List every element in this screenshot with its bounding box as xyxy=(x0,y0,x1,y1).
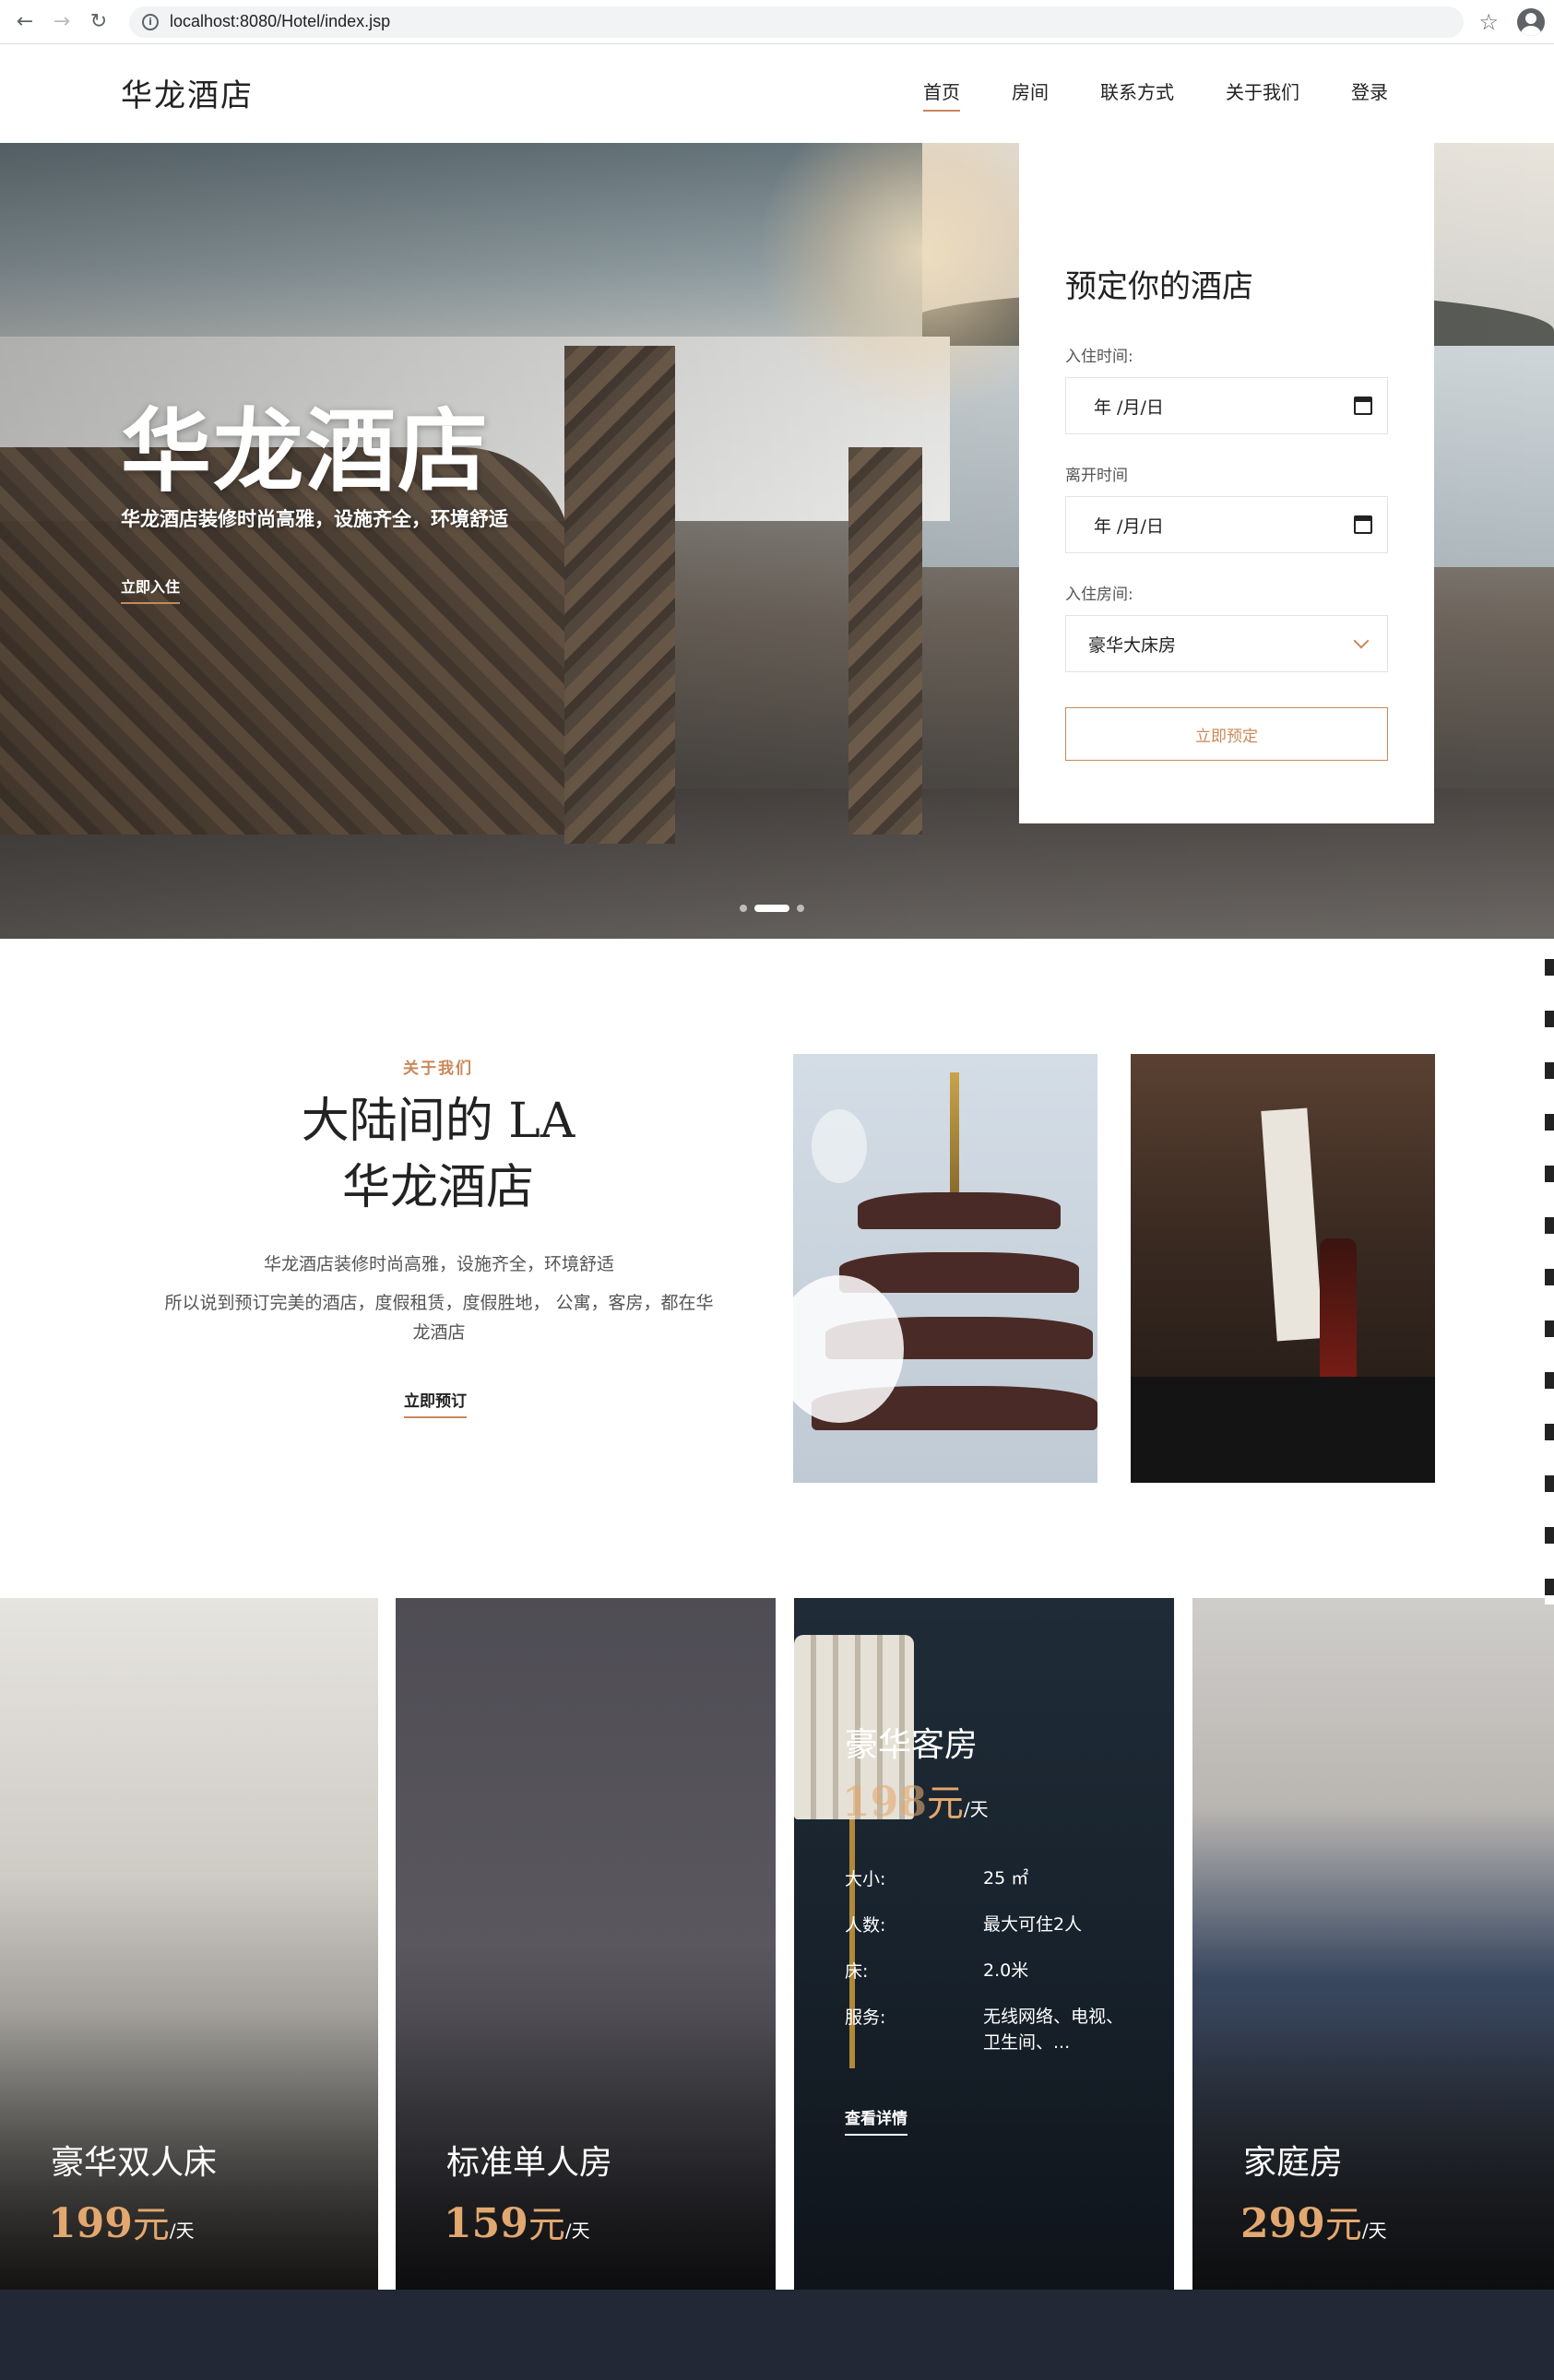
checkout-date-field[interactable]: 年 /月/日 xyxy=(1065,496,1388,553)
blossom xyxy=(812,1109,867,1183)
about-title-line: 大陆间的 LA xyxy=(301,1094,575,1149)
spec-row: 服务: 无线网络、电视、卫生间、... xyxy=(845,2004,1149,2055)
back-icon[interactable]: ← xyxy=(9,6,41,38)
browser-toolbar: ← → ↻ i localhost:8080/Hotel/index.jsp ☆ xyxy=(0,0,1554,44)
spec-value: 2.0米 xyxy=(983,1960,1029,1981)
room-card-deluxe[interactable]: 豪华客房 198元/天 大小: 25 ㎡ 人数: 最大可住2人 床: 2.0米 … xyxy=(794,1598,1174,2290)
room-price: 198元/天 xyxy=(842,1773,989,1827)
pagoda-spire xyxy=(950,1072,959,1192)
site-footer xyxy=(0,2290,1554,2380)
about-title: 大陆间的 LA 华龙酒店 xyxy=(0,1088,876,1221)
info-icon[interactable]: i xyxy=(142,13,159,30)
checkin-date-field[interactable]: 年 /月/日 xyxy=(1065,377,1388,434)
pagoda-tier xyxy=(858,1192,1061,1229)
site-logo[interactable]: 华龙酒店 xyxy=(121,70,254,115)
menu-card xyxy=(1261,1107,1323,1342)
hero-subtitle: 华龙酒店装修时尚高雅，设施齐全，环境舒适 xyxy=(121,508,508,530)
forward-icon[interactable]: → xyxy=(46,6,77,38)
room-card-family[interactable]: 家庭房 299元/天 xyxy=(1192,1598,1554,2290)
spec-key: 大小: xyxy=(845,1869,886,1889)
price-per: /天 xyxy=(169,2220,195,2242)
carousel-dot[interactable] xyxy=(797,905,804,912)
carousel-dot[interactable] xyxy=(740,905,747,912)
nav-home[interactable]: 首页 xyxy=(923,77,960,112)
spec-value: 无线网络、电视、卫生间、... xyxy=(983,2007,1124,2053)
price-per: /天 xyxy=(564,2220,590,2242)
about-text: 所以说到预订完美的酒店，度假租赁，度假胜地， 公寓，客房，都在华龙酒店 xyxy=(164,1293,714,1343)
pagoda-photo xyxy=(793,1054,1097,1483)
checkin-date-value: 年 /月/日 xyxy=(1094,397,1164,418)
price-unit: 元 xyxy=(132,2204,170,2246)
hero-title: 华龙酒店 xyxy=(121,398,491,504)
spec-key: 人数: xyxy=(845,1915,886,1936)
spec-value: 最大可住2人 xyxy=(983,1914,1083,1935)
room-name: 家庭房 xyxy=(1243,2144,1344,2182)
address-bar[interactable]: i localhost:8080/Hotel/index.jsp xyxy=(129,6,1465,38)
spec-value: 25 ㎡ xyxy=(983,1868,1029,1889)
room-select[interactable]: 豪华大床房 xyxy=(1065,615,1388,672)
price-value: 198 xyxy=(842,1779,927,1826)
about-text: 华龙酒店装修时尚高雅，设施齐全，环境舒适 xyxy=(263,1254,614,1274)
url-text[interactable]: localhost:8080/Hotel/index.jsp xyxy=(170,12,390,31)
nav-rooms[interactable]: 房间 xyxy=(1012,77,1049,112)
page-edge-strip xyxy=(1545,959,1554,1604)
carousel-dots xyxy=(740,905,804,912)
bookmark-star-icon[interactable]: ☆ xyxy=(1478,9,1499,35)
spec-key: 服务: xyxy=(845,2007,886,2028)
checkin-label: 入住时间: xyxy=(1065,348,1133,366)
hero-checkin-button[interactable]: 立即入住 xyxy=(121,574,181,604)
about-book-button[interactable]: 立即预订 xyxy=(404,1388,467,1418)
nav-login[interactable]: 登录 xyxy=(1351,77,1388,112)
about-kicker: 关于我们 xyxy=(403,1060,473,1078)
site-header: 华龙酒店 首页 房间 联系方式 关于我们 登录 xyxy=(0,44,1554,143)
room-card-deluxe-twin[interactable]: 豪华双人床 199元/天 xyxy=(0,1598,378,2290)
room-name: 标准单人房 xyxy=(446,2144,613,2182)
booking-panel: 预定你的酒店 入住时间: 年 /月/日 离开时间 年 /月/日 入住房间: 豪华… xyxy=(1019,143,1434,823)
about-description: 华龙酒店装修时尚高雅，设施齐全，环境舒适 所以说到预订完美的酒店，度假租赁，度假… xyxy=(157,1249,721,1347)
main-nav: 首页 房间 联系方式 关于我们 登录 xyxy=(923,77,1388,112)
room-select-value: 豪华大床房 xyxy=(1088,634,1177,656)
nav-about[interactable]: 关于我们 xyxy=(1226,77,1299,112)
bottle xyxy=(1320,1238,1357,1395)
room-label: 入住房间: xyxy=(1065,586,1133,604)
carousel-dot-active[interactable] xyxy=(754,905,789,912)
calendar-icon[interactable] xyxy=(1354,515,1372,534)
reload-icon[interactable]: ↻ xyxy=(83,6,114,38)
table xyxy=(1131,1377,1435,1483)
checkout-label: 离开时间 xyxy=(1065,467,1128,485)
bar-photo xyxy=(1131,1054,1435,1483)
book-now-button[interactable]: 立即预定 xyxy=(1065,707,1388,761)
spec-row: 人数: 最大可住2人 xyxy=(845,1912,1149,1937)
room-name: 豪华客房 xyxy=(845,1726,979,1764)
spec-row: 大小: 25 ㎡ xyxy=(845,1865,1149,1891)
price-per: /天 xyxy=(1361,2220,1387,2242)
room-price: 159元/天 xyxy=(444,2195,590,2248)
spec-key: 床: xyxy=(845,1961,869,1982)
view-details-button[interactable]: 查看详情 xyxy=(845,2105,907,2136)
room-specs: 大小: 25 ㎡ 人数: 最大可住2人 床: 2.0米 服务: 无线网络、电视、… xyxy=(845,1865,1149,2076)
price-unit: 元 xyxy=(926,1782,964,1825)
price-value: 299 xyxy=(1240,2200,1325,2247)
room-price: 199元/天 xyxy=(48,2195,195,2248)
pagoda-tier xyxy=(839,1252,1079,1293)
checkout-date-value: 年 /月/日 xyxy=(1094,515,1164,537)
price-per: /天 xyxy=(963,1798,989,1820)
price-value: 159 xyxy=(444,2200,528,2247)
booking-title: 预定你的酒店 xyxy=(1065,268,1253,305)
chevron-down-icon xyxy=(1353,633,1370,649)
price-unit: 元 xyxy=(528,2204,565,2246)
about-title-line: 华龙酒店 xyxy=(341,1160,534,1215)
nav-contact[interactable]: 联系方式 xyxy=(1100,77,1174,112)
price-value: 199 xyxy=(48,2200,133,2247)
price-unit: 元 xyxy=(1324,2204,1362,2246)
room-card-standard-single[interactable]: 标准单人房 159元/天 xyxy=(396,1598,776,2290)
spec-row: 床: 2.0米 xyxy=(845,1958,1149,1983)
room-price: 299元/天 xyxy=(1240,2195,1387,2248)
profile-avatar-icon[interactable] xyxy=(1517,7,1545,36)
calendar-icon[interactable] xyxy=(1354,397,1372,415)
room-name: 豪华双人床 xyxy=(51,2144,218,2182)
